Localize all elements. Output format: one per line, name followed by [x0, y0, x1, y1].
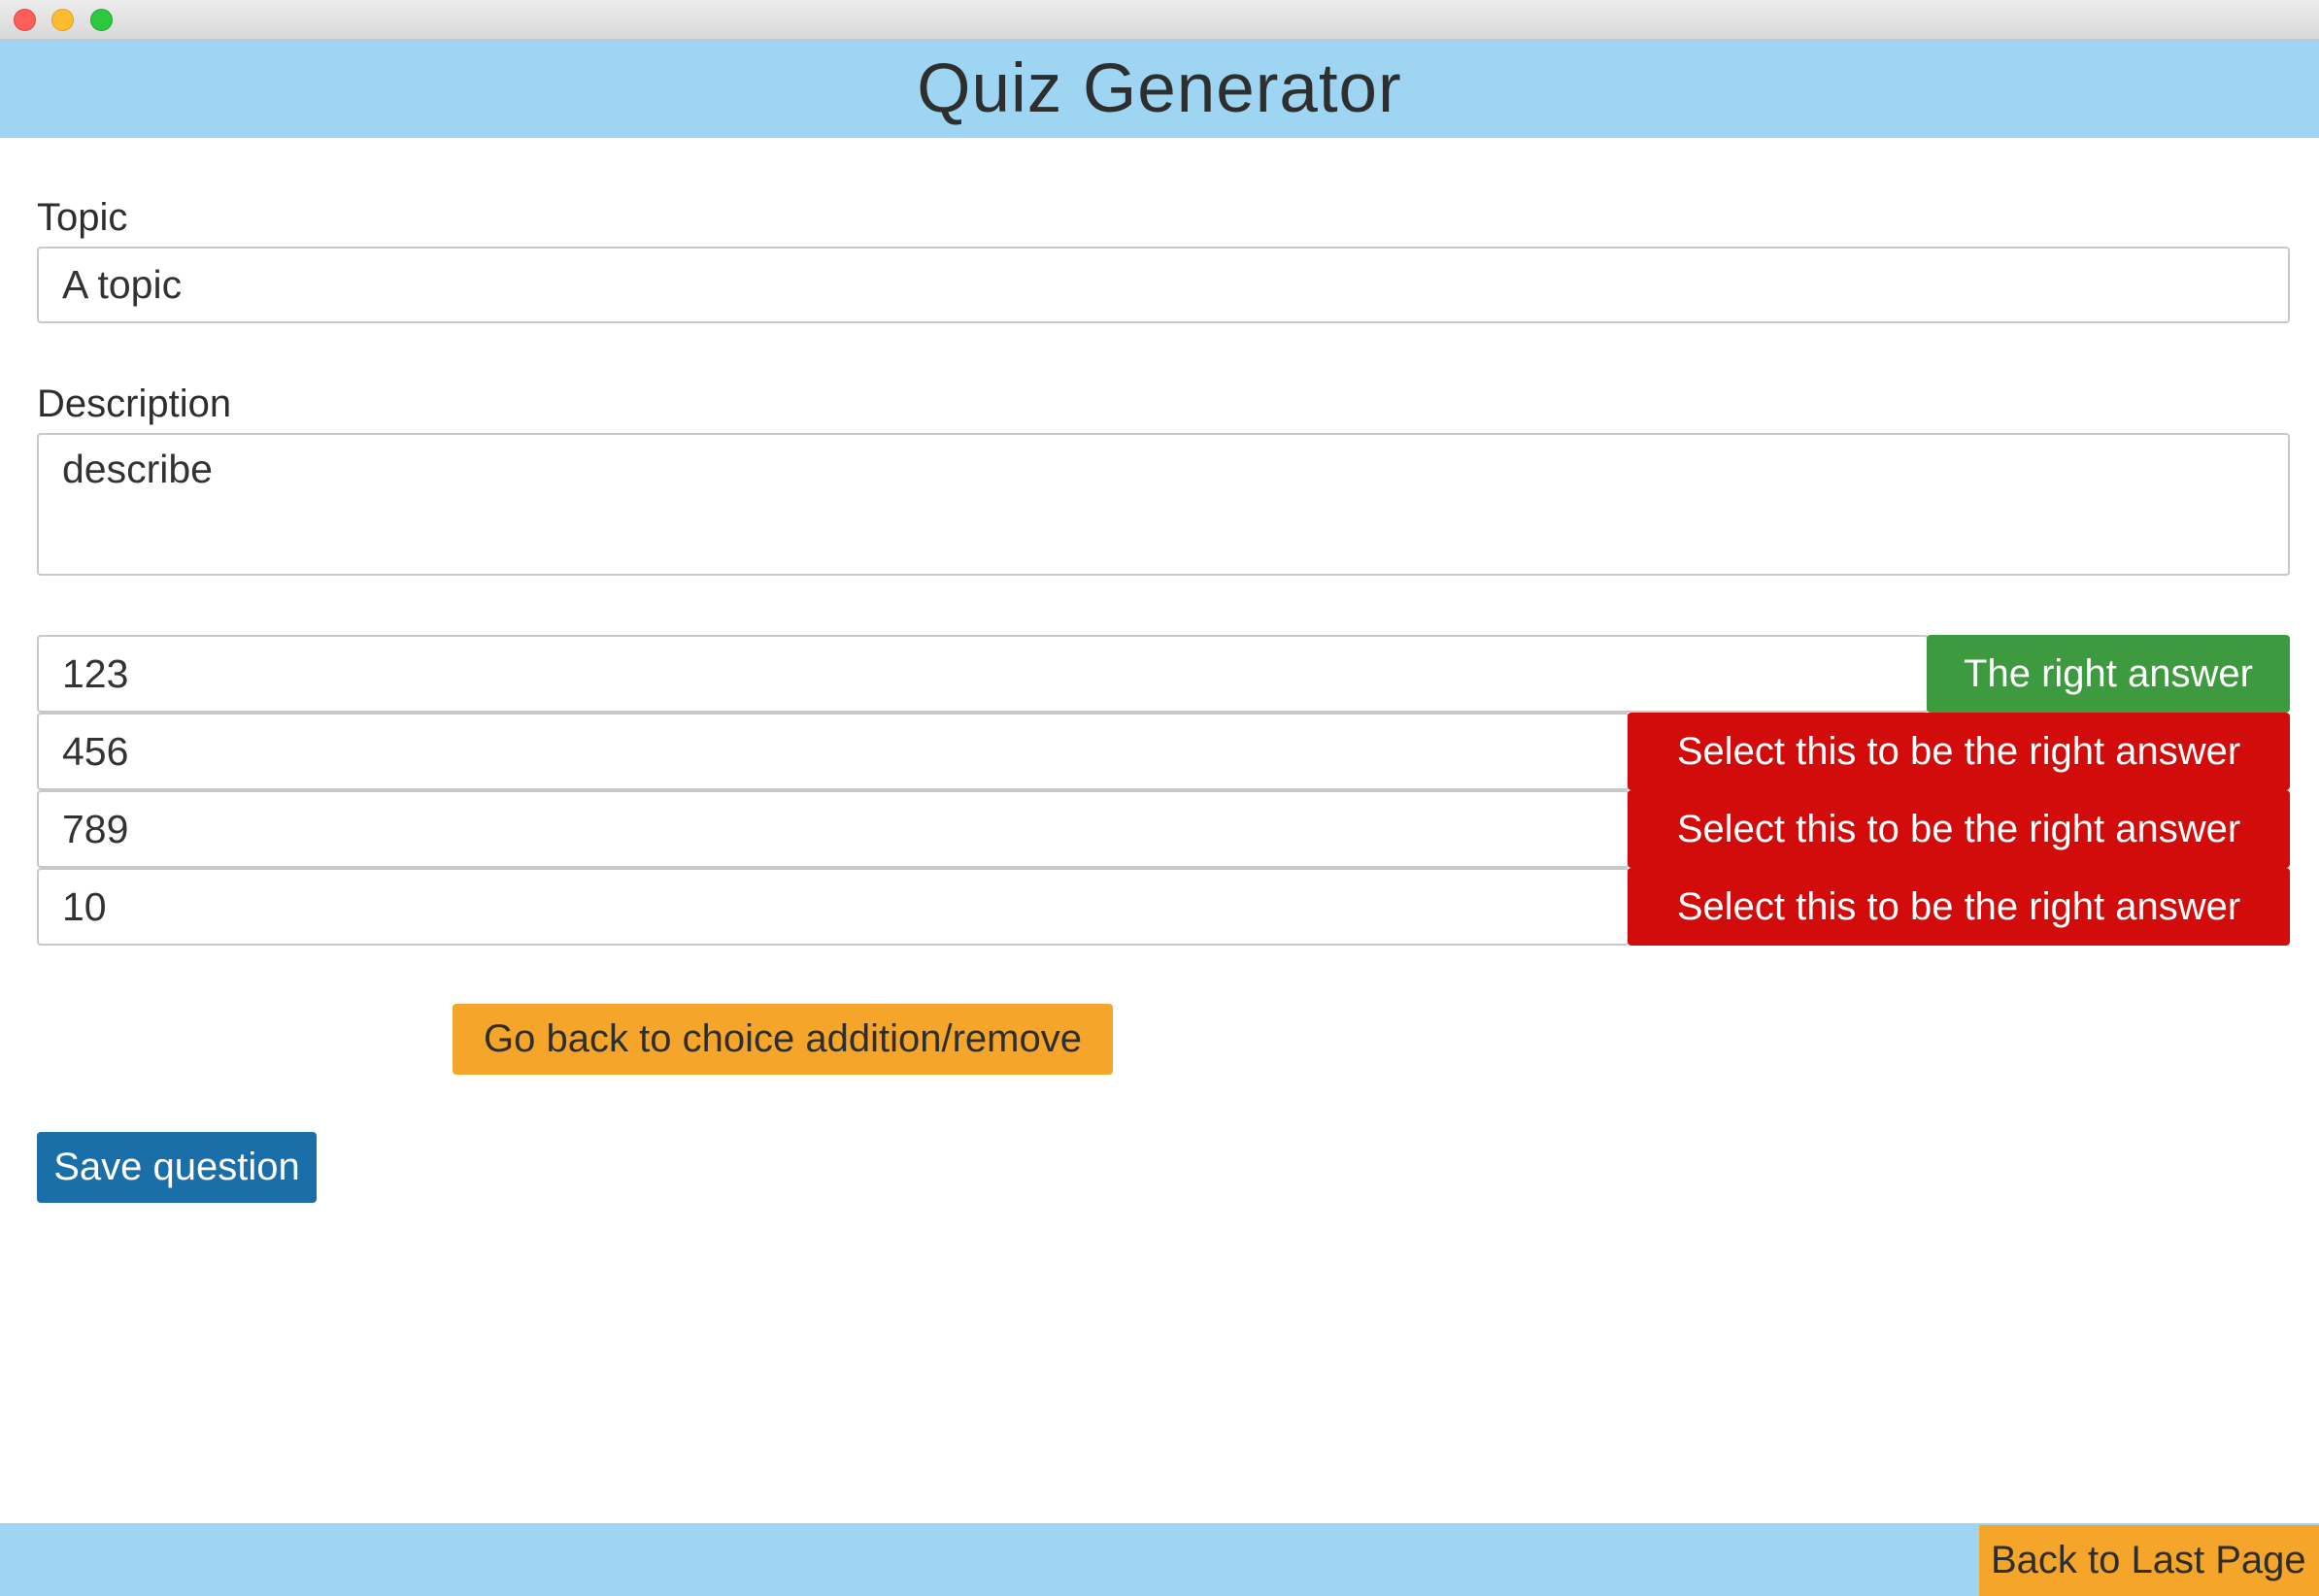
app-header: Quiz Generator	[0, 40, 2319, 138]
page-title: Quiz Generator	[917, 50, 1402, 127]
window-titlebar	[0, 0, 2319, 40]
choice-input-value: 456	[62, 728, 129, 774]
choice-input-value: 789	[62, 806, 129, 851]
choice-input-value: 123	[62, 650, 129, 696]
select-right-answer-button-2[interactable]: Select this to be the right answer	[1628, 713, 2290, 790]
back-to-last-page-button[interactable]: Back to Last Page	[1979, 1525, 2319, 1596]
description-textarea[interactable]: describe	[37, 433, 2290, 576]
topic-input[interactable]: A topic	[37, 247, 2290, 323]
back-to-choices-button[interactable]: Go back to choice addition/remove	[453, 1004, 1113, 1075]
description-textarea-value: describe	[62, 447, 213, 491]
choice-input-4[interactable]: 10	[37, 868, 1630, 946]
save-question-button[interactable]: Save question	[37, 1132, 317, 1203]
choice-input-value: 10	[62, 883, 107, 929]
right-answer-button[interactable]: The right answer	[1927, 635, 2290, 713]
select-right-answer-button-4[interactable]: Select this to be the right answer	[1628, 868, 2290, 946]
description-label: Description	[37, 382, 232, 425]
topic-label: Topic	[37, 196, 128, 239]
choice-input-1[interactable]: 123	[37, 635, 1929, 713]
choice-input-2[interactable]: 456	[37, 713, 1630, 790]
choice-input-3[interactable]: 789	[37, 790, 1630, 868]
topic-input-value: A topic	[62, 262, 183, 307]
minimize-window-icon[interactable]	[51, 9, 74, 31]
close-window-icon[interactable]	[14, 9, 36, 31]
zoom-window-icon[interactable]	[90, 9, 113, 31]
select-right-answer-button-3[interactable]: Select this to be the right answer	[1628, 790, 2290, 868]
app-footer: Back to Last Page	[0, 1523, 2319, 1596]
